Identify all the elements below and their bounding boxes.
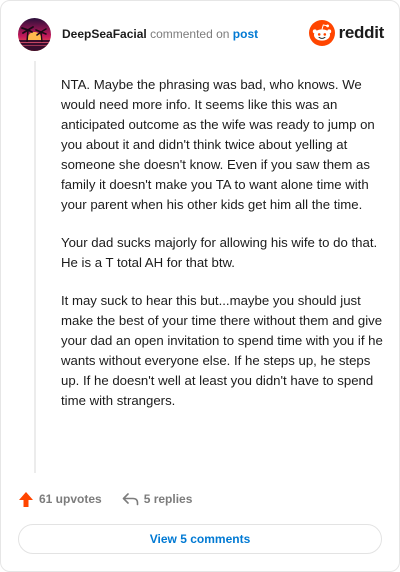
reply-arrow-icon [122,493,139,506]
commented-on-text: commented on [150,27,230,41]
reddit-logo[interactable]: reddit [308,20,385,46]
comment-byline: DeepSeaFacial commented on post [62,27,258,41]
user-avatar[interactable] [18,18,51,51]
avatar-sunset-palm-image [18,18,51,51]
upvote-button[interactable]: 61 upvotes [18,491,102,508]
upvote-arrow-icon [19,491,33,507]
comment-body: NTA. Maybe the phrasing was bad, who kno… [61,75,383,429]
comment-paragraph: It may suck to hear this but...maybe you… [61,293,383,408]
comment-card: DeepSeaFacial commented on post reddit N… [0,0,400,572]
comment-paragraph: Your dad sucks majorly for allowing his … [61,235,378,270]
replies-button[interactable]: 5 replies [122,492,193,506]
comment-actions: 61 upvotes 5 replies [18,489,192,509]
post-link[interactable]: post [233,27,258,41]
view-comments-button[interactable]: View 5 comments [18,524,382,554]
reddit-wordmark: reddit [338,23,385,42]
upvote-count: 61 upvotes [39,492,102,506]
replies-count: 5 replies [143,492,193,506]
thread-line[interactable] [34,61,36,473]
comment-paragraph: NTA. Maybe the phrasing was bad, who kno… [61,77,375,212]
reddit-snoo-icon [308,20,335,46]
username-link[interactable]: DeepSeaFacial [62,27,147,41]
comment-header: DeepSeaFacial commented on post reddit [18,18,384,52]
